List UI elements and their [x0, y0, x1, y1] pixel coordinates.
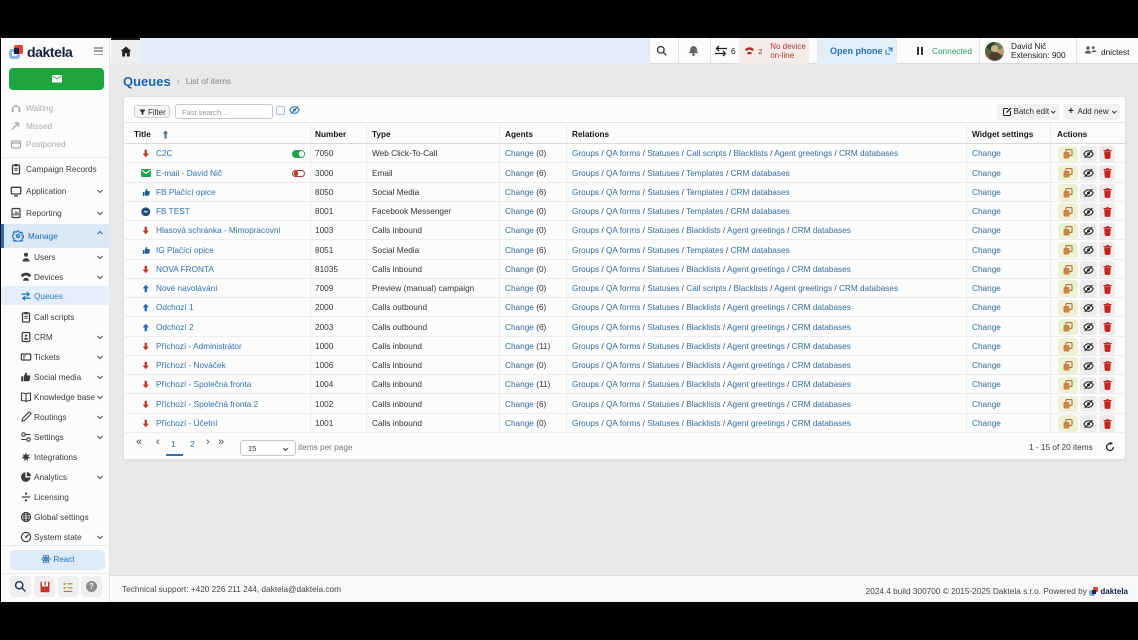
- svg-text:?: ?: [89, 582, 94, 591]
